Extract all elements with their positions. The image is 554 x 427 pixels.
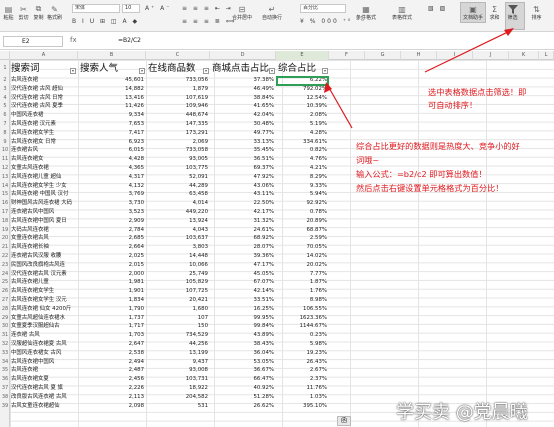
- annotation-tip-line-4: 然后点击右键设置单元格格式为百分比！: [356, 183, 504, 193]
- arrow-to-filter: [424, 29, 513, 73]
- annotation-filter-line-2: 可自动排序！: [428, 100, 478, 110]
- annotation-filter-line-1: 选中表格数据点击筛选！即: [428, 87, 527, 97]
- annotation-tip-line-3: 输入公式：=b2/c2 即可算出数值！: [356, 169, 487, 179]
- annotation-tip-line-1: 综合占比更好的数据则是热度大、竞争小的好: [356, 141, 520, 151]
- arrow-to-column-e: [327, 85, 353, 129]
- arrow-to-filter-head: [504, 28, 514, 36]
- watermark: 学买卖 @党晨曦: [396, 402, 528, 423]
- annotation-arrows: [324, 28, 514, 129]
- annotation-tip-line-2: 词哦~: [356, 155, 380, 165]
